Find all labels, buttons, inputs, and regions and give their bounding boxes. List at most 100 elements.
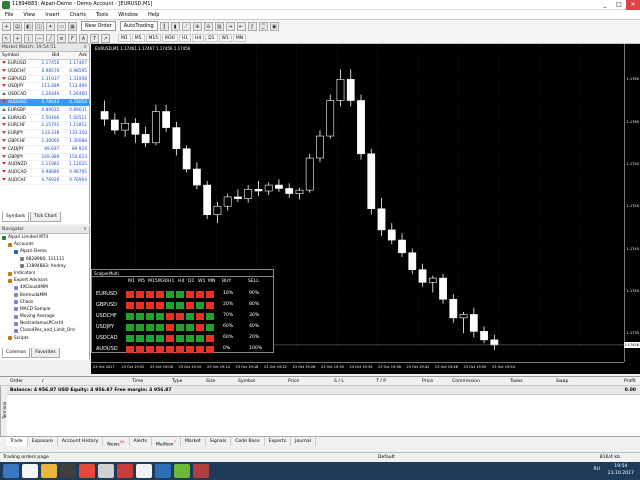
navigator-item[interactable]: Close4Pos_and_Limit_Ord [0,327,89,334]
navigator-item[interactable]: 6828966: 111111 [0,256,89,263]
terminal-column[interactable]: Size [206,377,215,386]
periods-icon[interactable]: ⌚ [258,21,268,31]
market-watch-row[interactable]: USDJPY 113.489 113.496 [0,83,89,92]
autoscroll-icon[interactable]: ⇥ [225,21,235,31]
terminal-tab[interactable]: Account History [58,437,104,446]
bar-chart-icon[interactable]: ┃ [159,21,169,31]
chart-window[interactable]: EURUSD,M1 1.17461 1.17467 1.17456 1.1745… [91,44,640,374]
data-window-icon[interactable]: ◫ [35,21,44,31]
close-button[interactable]: ✕ [626,0,640,10]
timeframe-m15[interactable]: M15 [145,34,162,42]
tab-symbols[interactable]: Symbols [2,212,30,222]
navigator-item[interactable]: MACD Sample [0,306,89,313]
metatrader-icon[interactable] [174,464,190,478]
trendline-icon[interactable]: ╱ [46,33,55,43]
language-indicator[interactable]: RU [593,467,600,472]
terminal-tab[interactable]: Trade [6,437,28,446]
navigator-item[interactable]: Accounts [0,241,89,248]
price-scale[interactable]: 1.1765 1.1760 1.1755 1.1750 1.1745 1.1740 1.17… [624,44,640,362]
maximize-button[interactable]: □ [612,0,626,10]
market-watch-row[interactable]: EURCHF 1.15791 1.15812 [0,122,89,131]
market-watch-row[interactable]: GBPJPY 169.989 150.023 [0,154,89,162]
navigator-item[interactable]: Expert Advisors [0,277,89,284]
timeframe-h1[interactable]: H1 [178,34,191,42]
horizontal-line-icon[interactable]: — [35,33,44,43]
terminal-column[interactable]: Price [288,377,299,386]
vertical-line-icon[interactable]: | [24,33,33,43]
market-watch-icon[interactable]: ◧ [24,21,33,31]
terminal-column[interactable]: / [42,377,44,386]
timeframe-m30[interactable]: M30 [162,34,178,42]
minimize-button[interactable]: _ [598,0,612,10]
zoom-in-icon[interactable]: ⊕ [192,21,202,31]
market-watch-row[interactable]: USDCAD 1.26446 1.26460 [0,91,89,99]
market-watch-row[interactable]: GBPCHF 1.30060 1.30088 [0,138,89,146]
ie-icon[interactable] [22,464,38,478]
terminal-tab[interactable]: Alerts [130,437,152,446]
candles-icon[interactable]: ▮ [170,21,180,31]
navigator-item[interactable]: Chaos [0,299,89,306]
navigator-item[interactable]: Moving Average [0,313,89,320]
profiles-icon[interactable]: ▤ [13,21,22,31]
terminal-column[interactable]: Order [10,377,23,386]
menu-view[interactable]: View [18,12,40,18]
zoom-out-icon[interactable]: ⊖ [203,21,213,31]
label-icon[interactable]: T [90,33,99,43]
market-watch-row[interactable]: AUDNZD 1.11982 1.12025 [0,161,89,170]
balance-row[interactable]: Balance: 4 956.87 USD Equity: 4 956.87 F… [0,386,640,395]
column-symbol[interactable]: Symbol [0,52,34,59]
navigator-item[interactable]: Scripts [0,335,89,342]
tile-windows-icon[interactable]: ▥ [214,21,224,31]
fibonacci-icon[interactable]: F [68,33,77,43]
terminal-column[interactable]: Profit [624,377,636,386]
cursor-icon[interactable]: ↖ [2,33,11,43]
navigator-item[interactable]: NostradamusPCert4 [0,320,89,327]
new-chart-icon[interactable]: + [2,21,11,31]
navigator-item[interactable]: 4XCloud4MM [0,284,89,291]
navigator-item[interactable]: Indicators [0,270,89,277]
opera-icon[interactable] [117,464,133,478]
time-axis[interactable]: 23 Oct 2017 23 Oct 19:02 23 Oct 19:06 23 Oc… [91,362,624,374]
terminal-column[interactable]: Taxes [510,377,523,386]
navigator-icon[interactable]: ✦ [46,21,55,31]
tab-common[interactable]: Common [2,348,31,358]
column-ask[interactable]: Ask [61,52,89,59]
navigator-item[interactable]: Alpari Limited MT4 [0,234,89,241]
timeframe-mn[interactable]: MN [232,34,247,42]
chrome-icon[interactable] [79,464,95,478]
channel-icon[interactable]: ≡ [57,33,66,43]
arrows-icon[interactable]: ↗ [101,33,110,43]
terminal-tab[interactable]: Market [181,437,206,446]
terminal-tab[interactable]: Code Base [231,437,265,446]
strategy-tester-icon[interactable]: ▦ [68,21,77,31]
terminal-column[interactable]: Type [172,377,183,386]
timeframe-m5[interactable]: M5 [131,34,145,42]
menu-help[interactable]: Help [143,12,164,18]
market-watch-row[interactable]: EURGBP 0.89015 0.89031 [0,107,89,115]
menu-tools[interactable]: Tools [91,12,113,18]
terminal-column[interactable]: T / P [376,377,386,386]
column-bid[interactable]: Bid [34,52,62,59]
close-icon[interactable]: × [83,44,87,52]
templates-icon[interactable]: ▣ [269,21,279,31]
market-watch-row[interactable]: USDCHF 0.98579 0.98595 [0,68,89,76]
clock[interactable]: 19:54 23.10.2017 [608,463,634,477]
timeframe-d1[interactable]: D1 [205,34,218,42]
terminal-column[interactable]: Time [132,377,143,386]
market-watch-row[interactable]: AUDCAD 0.98680 0.98795 [0,169,89,177]
navigator-item[interactable]: Alpari-Demo [0,248,89,255]
terminal-tab[interactable]: Exposure [28,437,58,446]
timeframe-m1[interactable]: M1 [118,34,131,42]
timeframe-h4[interactable]: H4 [191,34,205,42]
yandex-icon[interactable] [136,464,152,478]
market-watch-row[interactable]: EURJPY 133.338 133.350 [0,130,89,138]
market-watch-row[interactable]: GBPUSD 1.31937 1.31958 [0,76,89,84]
explorer-icon[interactable] [41,464,57,478]
menu-file[interactable]: File [0,12,18,18]
terminal-tab[interactable]: Signals [206,437,232,446]
terminal-tab[interactable]: Experts [265,437,292,446]
terminal-tab[interactable]: Mailbox7 [152,437,181,448]
text-icon[interactable]: A [79,33,88,43]
chart-shift-icon[interactable]: ⇤ [236,21,246,31]
tab-favorites[interactable]: Favorites [31,348,60,358]
